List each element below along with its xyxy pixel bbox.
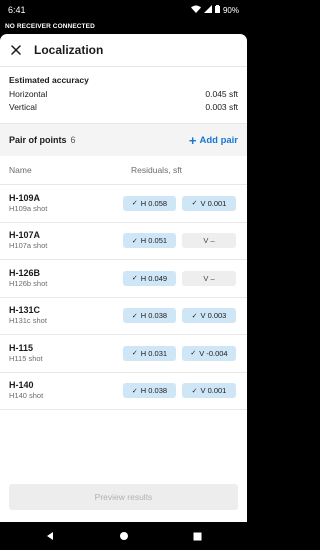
check-icon: ✓ <box>190 350 197 358</box>
v-residual-value: V – <box>203 273 215 283</box>
check-icon: ✓ <box>131 200 138 208</box>
battery-icon <box>214 5 220 15</box>
pair-name: H-131C <box>9 305 41 316</box>
pair-name-block: H-131C H131c shot <box>9 305 123 326</box>
status-bar: 6:41 90% <box>0 0 247 20</box>
check-icon: ✓ <box>131 275 138 283</box>
add-pair-label: Add pair <box>199 134 238 146</box>
accuracy-section: Estimated accuracy Horizontal 0.045 sft … <box>0 67 247 123</box>
h-residual-toggle[interactable]: ✓ H 0.051 <box>123 233 176 249</box>
accuracy-heading: Estimated accuracy <box>9 75 89 85</box>
column-name: Name <box>9 165 32 175</box>
h-residual-toggle[interactable]: ✓ H 0.058 <box>123 195 176 211</box>
pairs-count: 6 <box>70 135 76 145</box>
v-residual-value: V 0.001 <box>200 386 227 396</box>
preview-results-label: Preview results <box>94 492 153 502</box>
pair-name: H-109A <box>9 192 41 203</box>
h-residual-value: H 0.031 <box>140 348 168 358</box>
pairs-label: Pair of points <box>9 135 67 145</box>
check-icon: ✓ <box>131 387 138 395</box>
vertical-value: 0.003 sft <box>205 102 238 112</box>
pairs-list: H-109A H109a shot ✓ H 0.058 ✓ V 0.001 H-10… <box>0 185 247 410</box>
list-item[interactable]: H-131C H131c shot ✓ H 0.038 ✓ V 0.003 <box>0 298 247 335</box>
pair-subtitle: H109a shot <box>9 203 48 213</box>
pair-name-block: H-140 H140 shot <box>9 380 123 401</box>
pair-subtitle: H107a shot <box>9 241 48 251</box>
close-icon[interactable] <box>9 43 23 57</box>
recents-icon[interactable] <box>191 529 205 543</box>
v-residual-toggle[interactable]: V – <box>182 270 236 286</box>
v-residual-toggle[interactable]: ✓ V 0.003 <box>182 308 236 324</box>
page-title: Localization <box>34 43 104 57</box>
back-icon[interactable] <box>43 529 57 543</box>
h-residual-value: H 0.038 <box>140 386 168 396</box>
horizontal-label: Horizontal <box>9 89 48 99</box>
v-residual-toggle[interactable]: V – <box>182 233 236 249</box>
pair-name: H-115 <box>9 342 34 353</box>
battery-percent: 90% <box>222 5 239 15</box>
list-item[interactable]: H-140 H140 shot ✓ H 0.038 ✓ V 0.001 <box>0 373 247 410</box>
status-icons: 90% <box>190 5 239 15</box>
v-residual-value: V – <box>203 236 215 246</box>
horizontal-value: 0.045 sft <box>205 89 238 99</box>
receiver-banner: NO RECEIVER CONNECTED <box>0 20 247 34</box>
system-nav-bar <box>0 522 247 550</box>
pair-name-block: H-115 H115 shot <box>9 343 123 364</box>
v-residual-toggle[interactable]: ✓ V 0.001 <box>182 383 236 399</box>
pair-subtitle: H115 shot <box>9 353 43 363</box>
list-item[interactable]: H-107A H107a shot ✓ H 0.051 V – <box>0 223 247 260</box>
pair-subtitle: H131c shot <box>9 316 47 326</box>
pair-name: H-126B <box>9 267 41 278</box>
list-item[interactable]: H-115 H115 shot ✓ H 0.031 ✓ V -0.004 <box>0 335 247 373</box>
check-icon: ✓ <box>131 350 138 358</box>
pair-subtitle: H126b shot <box>9 278 48 288</box>
pair-name: H-140 <box>9 380 34 391</box>
status-time: 6:41 <box>8 5 26 15</box>
pairs-title: Pair of points 6 <box>9 135 76 145</box>
vertical-row: Vertical 0.003 sft <box>9 101 238 114</box>
pair-name-block: H-109A H109a shot <box>9 193 123 214</box>
check-icon: ✓ <box>191 200 198 208</box>
add-pair-button[interactable]: + Add pair <box>189 134 238 147</box>
vertical-label: Vertical <box>9 102 37 112</box>
home-icon[interactable] <box>117 529 131 543</box>
h-residual-value: H 0.038 <box>140 311 168 321</box>
list-item[interactable]: H-126B H126b shot ✓ H 0.049 V – <box>0 260 247 298</box>
v-residual-toggle[interactable]: ✓ V 0.001 <box>182 195 236 211</box>
h-residual-toggle[interactable]: ✓ H 0.031 <box>123 345 176 361</box>
localization-screen: Localization Estimated accuracy Horizont… <box>0 34 247 522</box>
table-header: Name Residuals, sft <box>0 156 247 185</box>
check-icon: ✓ <box>131 312 138 320</box>
horizontal-row: Horizontal 0.045 sft <box>9 88 238 101</box>
h-residual-value: H 0.051 <box>140 236 168 246</box>
app-bar: Localization <box>0 34 247 67</box>
column-residuals: Residuals, sft <box>131 165 183 175</box>
pairs-header: Pair of points 6 + Add pair <box>0 123 247 156</box>
plus-icon: + <box>188 132 197 148</box>
pair-name-block: H-107A H107a shot <box>9 230 123 251</box>
check-icon: ✓ <box>131 237 138 245</box>
signal-icon <box>203 5 212 15</box>
check-icon: ✓ <box>191 387 198 395</box>
h-residual-toggle[interactable]: ✓ H 0.049 <box>123 270 176 286</box>
check-icon: ✓ <box>191 312 198 320</box>
h-residual-toggle[interactable]: ✓ H 0.038 <box>123 308 176 324</box>
pair-name: H-107A <box>9 230 41 241</box>
v-residual-value: V 0.001 <box>200 198 227 208</box>
h-residual-toggle[interactable]: ✓ H 0.038 <box>123 383 176 399</box>
v-residual-toggle[interactable]: ✓ V -0.004 <box>182 345 236 361</box>
h-residual-value: H 0.049 <box>140 273 168 283</box>
v-residual-value: V -0.004 <box>199 348 228 358</box>
v-residual-value: V 0.003 <box>200 311 227 321</box>
preview-results-button[interactable]: Preview results <box>9 484 238 510</box>
wifi-icon <box>190 5 201 15</box>
pair-subtitle: H140 shot <box>9 391 44 401</box>
pair-name-block: H-126B H126b shot <box>9 268 123 289</box>
list-item[interactable]: H-109A H109a shot ✓ H 0.058 ✓ V 0.001 <box>0 185 247 223</box>
h-residual-value: H 0.058 <box>140 198 168 208</box>
